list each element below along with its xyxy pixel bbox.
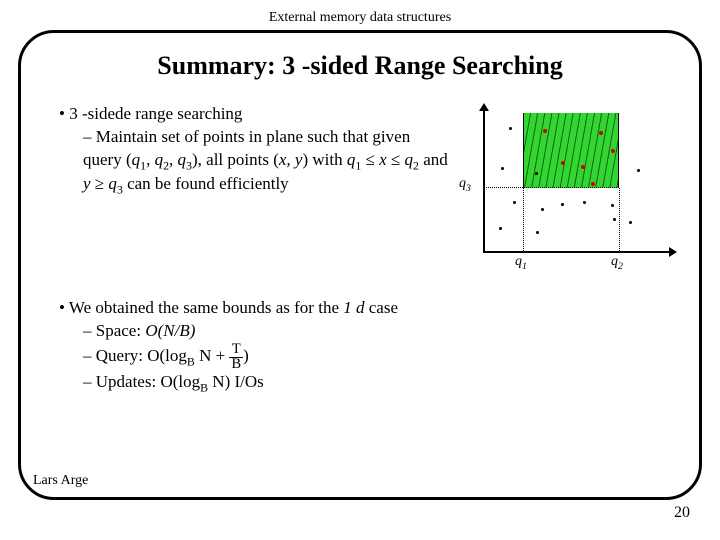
point-in: [581, 165, 585, 169]
bounds-updates: Updates: O(logB N) I/Os: [83, 371, 671, 395]
q2-guideline: [619, 188, 620, 253]
q3-label: q3: [459, 175, 471, 195]
page-number: 20: [674, 504, 690, 522]
footer-author: Lars Arge: [33, 473, 88, 489]
point-out: [513, 201, 516, 204]
q2-label: q2: [611, 253, 623, 273]
point-out: [536, 231, 539, 234]
bullet-1-sub: Maintain set of points in plane such tha…: [83, 126, 453, 198]
bullet-1: 3 -sidede range searching Maintain set o…: [59, 103, 453, 198]
slide-title: Summary: 3 -sided Range Searching: [49, 51, 671, 81]
page-header: External memory data structures: [0, 0, 720, 30]
slide-frame: Summary: 3 -sided Range Searching 3 -sid…: [18, 30, 702, 500]
point-in: [591, 182, 595, 186]
y-axis: [483, 109, 485, 253]
bullet-2: We obtained the same bounds as for the 1…: [59, 297, 671, 396]
point-out: [613, 218, 616, 221]
point-in: [611, 149, 615, 153]
point-out: [583, 201, 586, 204]
query-region: [523, 113, 619, 188]
point-out: [535, 172, 538, 175]
slide-content: 3 -sidede range searching Maintain set o…: [49, 103, 671, 396]
updates-formula-icon: O(logB N): [160, 371, 230, 395]
point-in: [561, 161, 565, 165]
x-axis: [483, 251, 671, 253]
q3-guideline: [483, 187, 523, 188]
point-in: [543, 129, 547, 133]
hatch-pattern: [524, 113, 618, 187]
point-out: [499, 227, 502, 230]
point-out: [611, 204, 614, 207]
range-diagram: q3 q1 q2: [461, 109, 671, 279]
point-out: [561, 203, 564, 206]
point-out: [637, 169, 640, 172]
point-out: [509, 127, 512, 130]
point-out: [501, 167, 504, 170]
q1-guideline: [523, 188, 524, 253]
point-in: [599, 131, 603, 135]
query-formula-icon: O(logB N + TB): [147, 343, 249, 371]
point-out: [629, 221, 632, 224]
bounds-space: Space: O(N/B): [83, 320, 671, 343]
bounds-query: Query: O(logB N + TB): [83, 343, 671, 371]
q1-label: q1: [515, 253, 527, 273]
point-out: [541, 208, 544, 211]
